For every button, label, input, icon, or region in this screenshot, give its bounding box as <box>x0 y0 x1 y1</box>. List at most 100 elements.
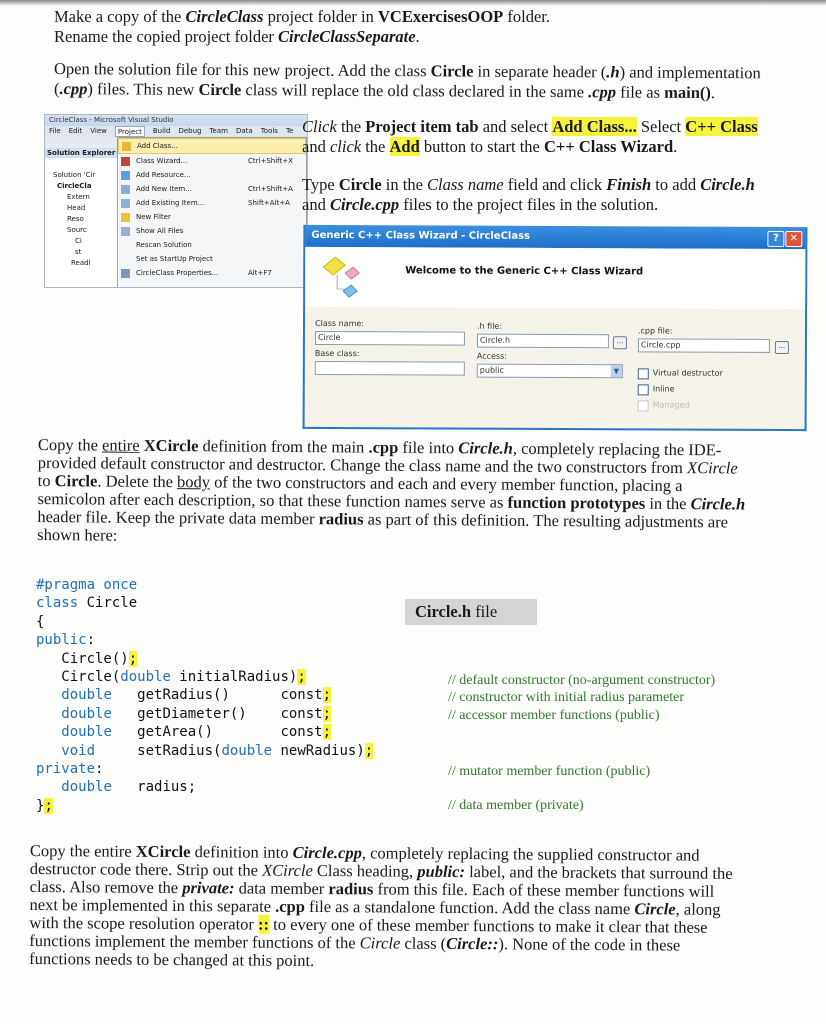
code-line: void setRadius(double newRadius); <box>61 742 374 759</box>
folder-icon <box>121 212 130 222</box>
close-button[interactable]: ✕ <box>785 231 803 248</box>
show-all-files-icon <box>121 226 130 236</box>
menu-item-add-new-item[interactable]: Add New Item... Ctrl+Shift+A <box>118 182 306 196</box>
code-line: class Circle <box>36 595 138 612</box>
cpp-file-input[interactable]: Circle.cpp <box>637 338 770 353</box>
menu-item-add-resource[interactable]: Add Resource... <box>118 168 306 182</box>
add-class-icon <box>122 141 131 151</box>
wizard-form: Class name: Circle Base class: .h file: … <box>305 307 806 429</box>
inline-checkbox[interactable] <box>637 384 649 396</box>
code-line: double getRadius() const; <box>61 687 332 704</box>
tree-item[interactable]: Readl <box>45 258 117 269</box>
paragraph-copy-xcircle-cpp: Copy the entire XCircle definition into … <box>29 841 800 973</box>
code-line: private: <box>36 761 104 778</box>
code-line: double getDiameter() const; <box>61 705 332 722</box>
tree-item[interactable]: CircleCla <box>45 181 117 192</box>
wizard-title-bar: Generic C++ Class Wizard - CircleClass ?… <box>305 224 806 250</box>
menu-item-add-existing-item[interactable]: Add Existing Item... Shift+Alt+A <box>118 196 306 210</box>
comment-mutator: // mutator member function (public) <box>448 764 651 779</box>
menu-debug[interactable]: Debug <box>178 126 201 137</box>
properties-icon <box>121 268 130 278</box>
comment-data-member: // data member (private) <box>448 798 584 813</box>
instruction-add-class: Click the Project item tab and select Ad… <box>302 117 758 136</box>
blank-icon <box>121 241 130 250</box>
visual-studio-screenshot: CircleClass - Microsoft Visual Studio Fi… <box>44 114 308 288</box>
code-line: Circle(); <box>36 650 138 667</box>
managed-label: Managed <box>652 400 690 410</box>
code-line: double radius; <box>61 779 197 796</box>
inline-label: Inline <box>652 384 675 394</box>
instruction-type-circle: Type Circle in the Class name field and … <box>302 175 755 194</box>
h-file-browse-button[interactable]: ... <box>612 336 627 350</box>
intro-para2-line-2: (.cpp) files. This new Circle class will… <box>53 79 716 103</box>
tree-item[interactable]: Ci <box>45 236 117 247</box>
menu-item-set-startup[interactable]: Set as StartUp Project <box>118 252 306 266</box>
solution-explorer: Solution Explorer Solution 'Cir CircleCl… <box>45 148 117 287</box>
blank-icon <box>121 255 130 264</box>
class-wizard-icon <box>121 156 130 166</box>
virtual-destructor-checkbox[interactable] <box>637 368 649 380</box>
class-name-input[interactable]: Circle <box>314 330 465 346</box>
vs-title-bar: CircleClass - Microsoft Visual Studio <box>45 115 307 126</box>
intro-line-1: Make a copy of the CircleClass project f… <box>54 7 550 26</box>
class-wizard-dialog: Generic C++ Class Wizard - CircleClass ?… <box>302 224 808 432</box>
vs-menubar: File Edit View Project Build Debug Team … <box>45 126 307 137</box>
menu-build[interactable]: Build <box>153 126 171 137</box>
managed-checkbox[interactable] <box>637 400 649 412</box>
intro-line-2: Rename the copied project folder CircleC… <box>54 27 420 46</box>
comment-accessors: // accessor member functions (public) <box>448 708 660 723</box>
tree-item[interactable]: Sourc <box>45 225 117 236</box>
cpp-file-browse-button[interactable]: ... <box>774 340 789 355</box>
instruction-files: and Circle.cpp files to the project file… <box>302 195 659 214</box>
add-new-item-icon <box>121 184 130 194</box>
menu-item-show-all-files[interactable]: Show All Files <box>118 224 306 238</box>
tree-item[interactable]: Extern <box>45 192 117 203</box>
circle-h-file-label: Circle.h file <box>405 599 537 625</box>
code-line: double getArea() const; <box>61 724 332 741</box>
menu-data[interactable]: Data <box>236 126 253 137</box>
circle-h-code-block: #pragma once class Circle{public: Circle(… <box>36 576 374 815</box>
solution-explorer-toolbar <box>45 158 117 170</box>
code-line: public: <box>36 632 96 649</box>
menu-item-properties[interactable]: CircleClass Properties... Alt+F7 <box>118 266 306 280</box>
wizard-welcome-text: Welcome to the Generic C++ Class Wizard <box>405 265 644 278</box>
wizard-logo-icon <box>322 256 360 298</box>
chevron-down-icon: ▼ <box>610 365 622 378</box>
tree-item[interactable]: Reso <box>45 214 117 225</box>
code-line: }; <box>36 797 53 814</box>
comment-default-constructor: // default constructor (no-argument cons… <box>448 673 716 688</box>
menu-item-class-wizard[interactable]: Class Wizard... Ctrl+Shift+X <box>118 154 306 168</box>
menu-item-rescan-solution[interactable]: Rescan Solution <box>118 238 306 252</box>
menu-project[interactable]: Project <box>114 126 145 137</box>
access-dropdown[interactable]: public ▼ <box>476 363 623 379</box>
menu-tools[interactable]: Tools <box>261 126 278 137</box>
menu-team[interactable]: Team <box>209 126 228 137</box>
menu-view[interactable]: View <box>90 126 107 137</box>
comment-constructor-radius: // constructor with initial radius param… <box>448 690 684 705</box>
virtual-destructor-label: Virtual destructor <box>652 368 723 378</box>
access-label: Access: <box>476 351 507 361</box>
add-resource-icon <box>121 170 130 180</box>
instruction-add-button: and click the Add button to start the C+… <box>302 137 678 156</box>
h-file-input[interactable]: Circle.h <box>476 333 609 349</box>
code-line: #pragma once <box>36 577 138 593</box>
menu-item-add-class[interactable]: Add Class... <box>118 138 306 154</box>
page-top-edge <box>0 0 826 6</box>
menu-file[interactable]: File <box>49 126 61 137</box>
wizard-header: Welcome to the Generic C++ Class Wizard <box>305 246 806 310</box>
tree-item[interactable]: Solution 'Cir <box>45 170 117 181</box>
h-file-label: .h file: <box>476 321 503 331</box>
solution-explorer-header: Solution Explorer <box>45 148 117 158</box>
code-line: Circle(double initialRadius); <box>36 669 306 686</box>
menu-test[interactable]: Te <box>286 126 293 137</box>
project-menu: Add Class... Class Wizard... Ctrl+Shift+X… <box>117 137 307 287</box>
tree-item[interactable]: Head <box>45 203 117 214</box>
tree-item[interactable]: st <box>45 247 117 258</box>
cpp-file-label: .cpp file: <box>637 326 673 336</box>
menu-edit[interactable]: Edit <box>69 126 83 137</box>
help-button[interactable]: ? <box>767 230 785 247</box>
paragraph-copy-xcircle-header: Copy the entire XCircle definition from … <box>37 435 798 550</box>
class-name-label: Class name: <box>314 318 365 329</box>
menu-item-new-filter[interactable]: New Filter <box>118 210 306 224</box>
base-class-input[interactable] <box>314 360 465 376</box>
